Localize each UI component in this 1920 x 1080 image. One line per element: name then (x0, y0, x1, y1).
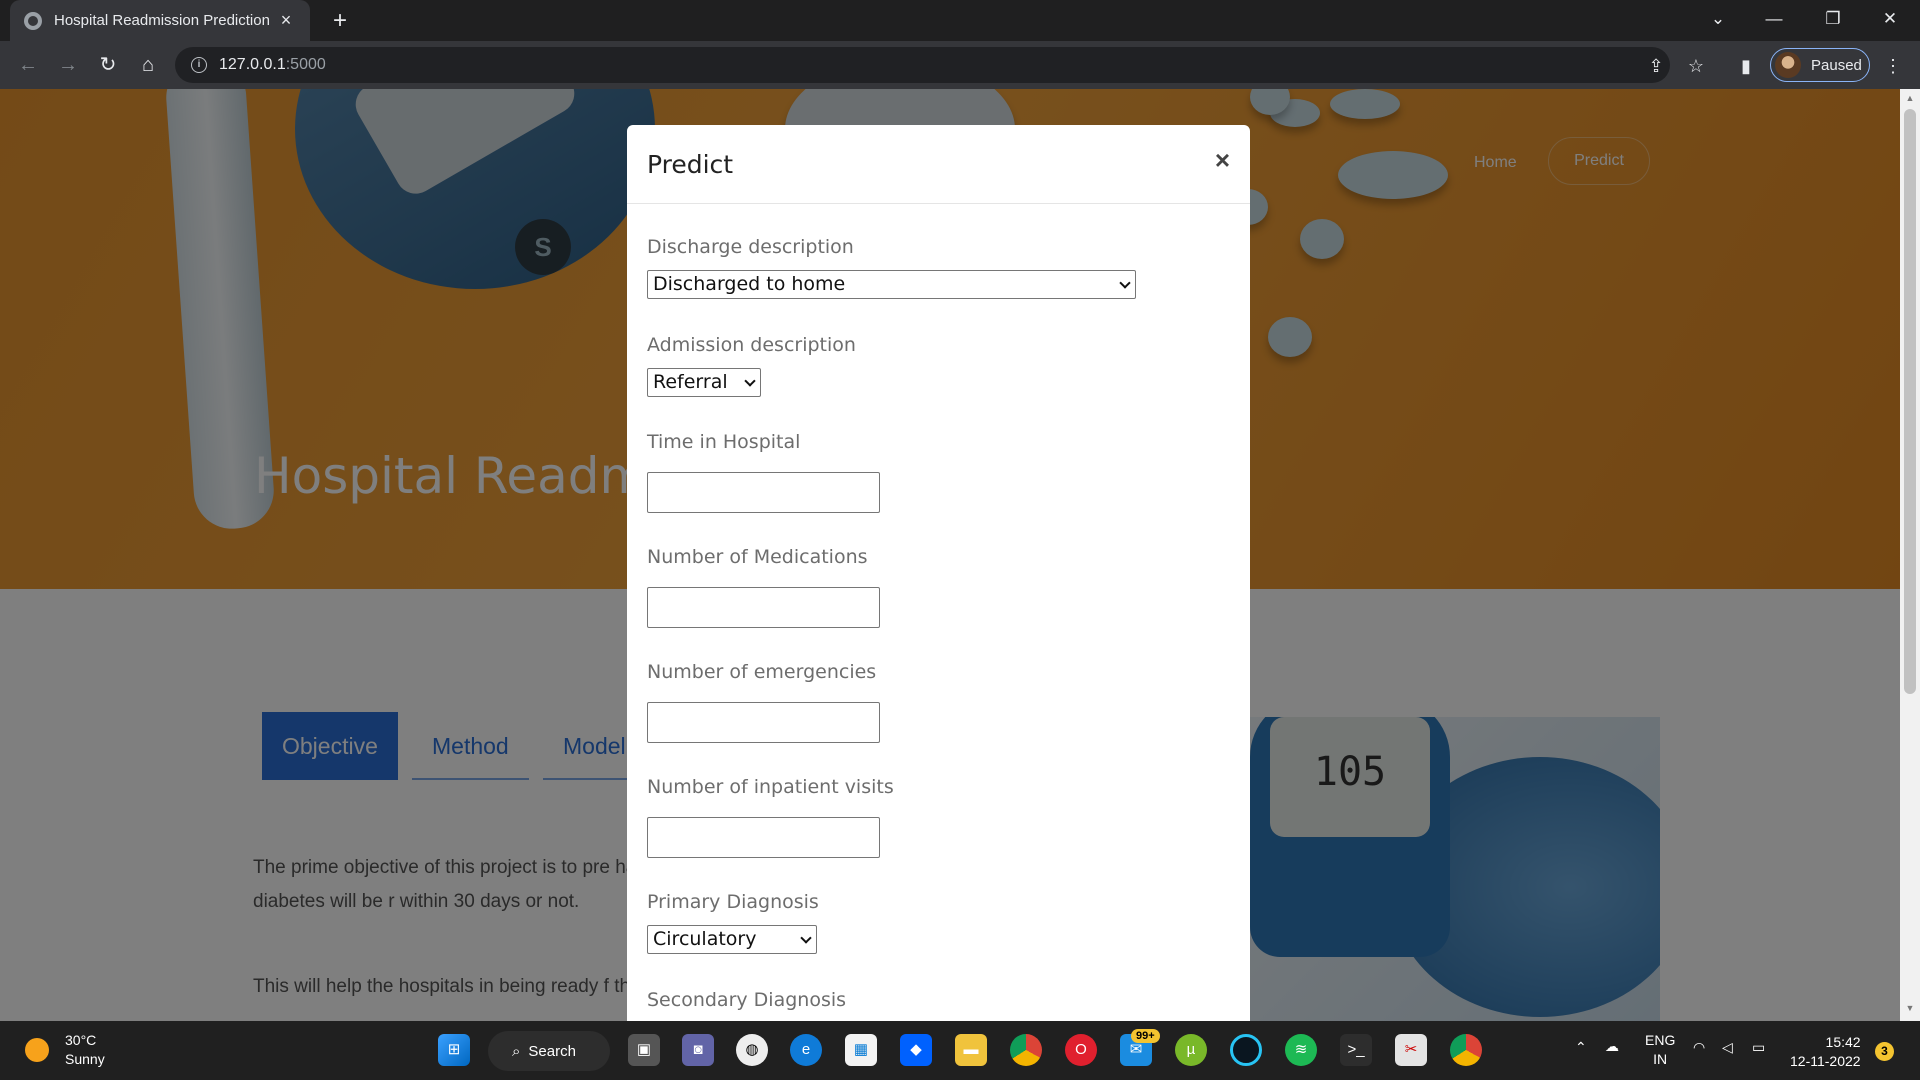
weather-description: Sunny (65, 1051, 105, 1067)
url-host: 127.0.0.1 (219, 56, 286, 73)
side-panel-icon[interactable]: ▮ (1733, 53, 1759, 79)
admission-select[interactable]: Referral (647, 368, 761, 397)
web-page: S Home Predict Hospital Readm Objective … (0, 89, 1900, 1021)
modal-title: Predict (647, 150, 734, 179)
utorrent-icon[interactable]: µ (1175, 1034, 1207, 1066)
profile-status: Paused (1811, 56, 1862, 74)
mail-badge: 99+ (1131, 1029, 1160, 1043)
primary-diagnosis-select[interactable]: Circulatory (647, 925, 817, 954)
tab-close-icon[interactable]: × (276, 10, 296, 31)
chrome-profile-icon[interactable] (1450, 1034, 1482, 1066)
address-bar[interactable]: i 127.0.0.1:5000 (175, 47, 1670, 83)
primary-diagnosis-selected-value: Circulatory (653, 928, 757, 950)
emergencies-label: Number of emergencies (647, 661, 877, 683)
store-icon[interactable]: ▦ (845, 1034, 877, 1066)
avatar (1775, 52, 1801, 78)
browser-tabstrip: Hospital Readmission Prediction × + ⌄ — … (0, 0, 1920, 41)
scroll-up-icon[interactable]: ▲ (1904, 93, 1916, 105)
chevron-down-icon (800, 932, 812, 944)
dropbox-icon[interactable]: ◆ (900, 1034, 932, 1066)
site-info-icon[interactable]: i (191, 57, 207, 73)
language-code: ENG (1645, 1032, 1676, 1048)
chat-icon[interactable]: ◙ (682, 1034, 714, 1066)
edge-icon[interactable]: e (790, 1034, 822, 1066)
share-icon[interactable]: ⇪ (1643, 53, 1669, 79)
snipping-tool-icon[interactable]: ✂ (1395, 1034, 1427, 1066)
volume-icon[interactable]: ◁ (1722, 1039, 1733, 1056)
emergencies-input[interactable] (647, 702, 880, 743)
globe-icon (24, 11, 42, 30)
taskbar-search[interactable]: ⌕ Search (488, 1031, 610, 1071)
app-icon[interactable]: ◍ (736, 1034, 768, 1066)
region-code: IN (1653, 1051, 1668, 1067)
modal-header: Predict × (627, 125, 1250, 204)
browser-tab[interactable]: Hospital Readmission Prediction × (10, 0, 310, 41)
inpatient-visits-input[interactable] (647, 817, 880, 858)
close-window-button[interactable]: ✕ (1862, 0, 1918, 41)
opera-icon[interactable]: O (1065, 1034, 1097, 1066)
onedrive-icon[interactable]: ☁ (1605, 1038, 1619, 1055)
chevron-down-icon (744, 375, 756, 387)
discharge-select[interactable]: Discharged to home (647, 270, 1136, 299)
start-icon[interactable]: ⊞ (438, 1034, 470, 1066)
system-clock[interactable]: 15:42 12-11-2022 (1790, 1033, 1861, 1071)
time-in-hospital-input[interactable] (647, 472, 880, 513)
wifi-icon[interactable]: ◠ (1693, 1039, 1705, 1056)
spotify-icon[interactable]: ≋ (1285, 1034, 1317, 1066)
page-scrollbar[interactable]: ▲ ▼ (1900, 89, 1920, 1021)
predict-modal: Predict × Discharge description Discharg… (627, 125, 1250, 1021)
chevron-up-icon[interactable]: ⌃ (1575, 1039, 1587, 1056)
home-icon[interactable]: ⌂ (132, 49, 164, 81)
windows-taskbar: 30°C Sunny ⊞ ⌕ Search ▣ ◙ ◍ e ▦ ◆ ▬ O ✉ … (0, 1021, 1920, 1080)
language-indicator[interactable]: ENG IN (1645, 1031, 1675, 1069)
secondary-diagnosis-label: Secondary Diagnosis (647, 989, 847, 1011)
admission-selected-value: Referral (653, 371, 728, 393)
chevron-down-icon (1119, 277, 1131, 289)
notification-badge[interactable]: 3 (1875, 1042, 1894, 1061)
restore-button[interactable]: ❐ (1805, 0, 1861, 41)
clock-time: 15:42 (1825, 1034, 1861, 1050)
scrollbar-thumb[interactable] (1904, 109, 1916, 694)
primary-diagnosis-label: Primary Diagnosis (647, 891, 819, 913)
weather-temperature: 30°C (65, 1032, 97, 1048)
terminal-icon[interactable]: >_ (1340, 1034, 1372, 1066)
browser-menu-icon[interactable]: ⋮ (1880, 53, 1906, 79)
inpatient-visits-label: Number of inpatient visits (647, 776, 894, 798)
task-view-icon[interactable]: ▣ (628, 1034, 660, 1066)
weather-widget[interactable]: 30°C Sunny (25, 1031, 105, 1069)
new-tab-button[interactable]: + (325, 6, 355, 36)
clock-date: 12-11-2022 (1790, 1053, 1861, 1069)
close-icon[interactable]: × (1215, 145, 1230, 176)
reload-icon[interactable]: ↻ (92, 49, 124, 81)
scroll-down-icon[interactable]: ▼ (1904, 1003, 1916, 1015)
medications-label: Number of Medications (647, 546, 868, 568)
minimize-button[interactable]: — (1746, 0, 1802, 41)
admission-label: Admission description (647, 334, 856, 356)
medications-input[interactable] (647, 587, 880, 628)
time-in-hospital-label: Time in Hospital (647, 431, 801, 453)
browser-toolbar: ← → ↻ ⌂ i 127.0.0.1:5000 ⇪ ☆ ▮ Paused ⋮ (0, 41, 1920, 89)
back-icon[interactable]: ← (12, 49, 44, 81)
tab-title: Hospital Readmission Prediction (54, 12, 270, 29)
battery-icon[interactable]: ▭ (1752, 1039, 1765, 1056)
bookmark-star-icon[interactable]: ☆ (1683, 53, 1709, 79)
discharge-selected-value: Discharged to home (653, 273, 846, 295)
taskbar-search-label: Search (528, 1042, 576, 1060)
search-icon: ⌕ (512, 1042, 521, 1060)
url-port: :5000 (285, 56, 326, 73)
forward-icon[interactable]: → (52, 49, 84, 81)
sun-icon (25, 1038, 49, 1062)
chrome-icon[interactable] (1010, 1034, 1042, 1066)
cortana-icon[interactable] (1230, 1034, 1262, 1066)
file-explorer-icon[interactable]: ▬ (955, 1034, 987, 1066)
discharge-label: Discharge description (647, 236, 854, 258)
profile-button[interactable]: Paused (1770, 48, 1870, 82)
tab-search-chevron-icon[interactable]: ⌄ (1690, 0, 1746, 41)
